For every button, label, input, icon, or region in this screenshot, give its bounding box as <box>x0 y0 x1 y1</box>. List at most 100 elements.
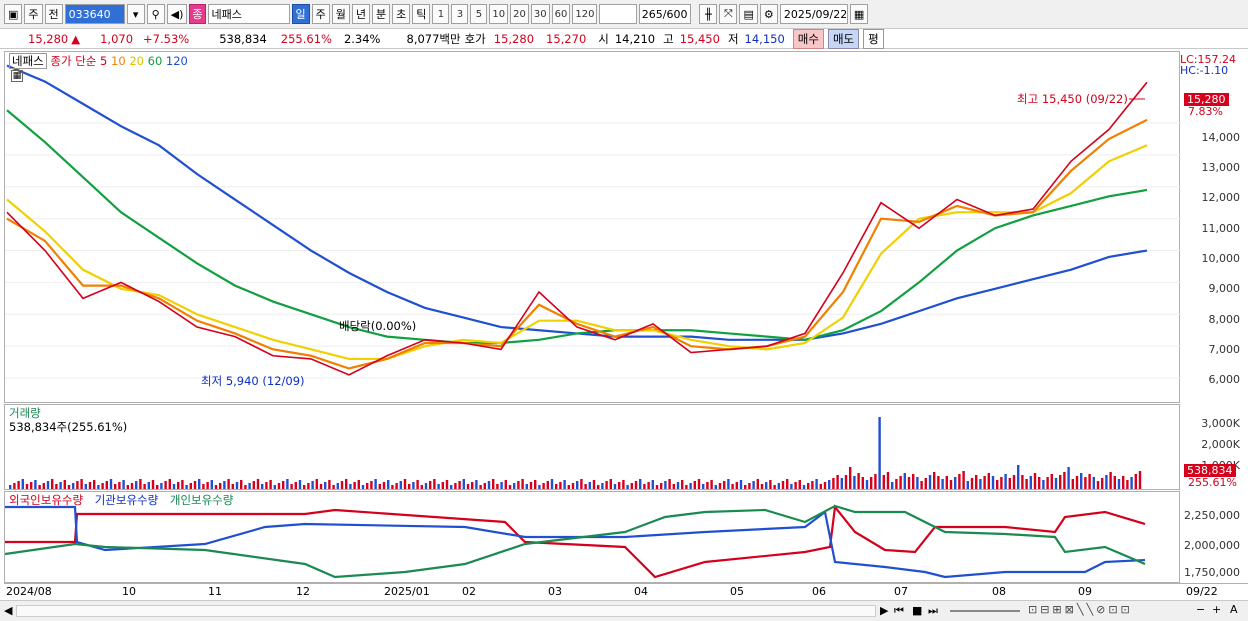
zoom-out-icon[interactable]: − <box>1196 603 1205 616</box>
price-tick: 9,000 <box>1208 282 1241 295</box>
ma60-line <box>6 109 1148 345</box>
speaker-icon[interactable]: ◀) <box>166 4 188 24</box>
sell-button[interactable]: 매도 <box>827 28 860 49</box>
period-month[interactable]: 월 <box>331 4 350 24</box>
volume-bar <box>882 475 885 489</box>
code-dropdown-icon[interactable]: ▾ <box>126 4 145 24</box>
dividend-annotation: 배당락(0.00%) <box>339 319 417 333</box>
auto-icon[interactable]: A <box>1230 603 1238 616</box>
volume-bar <box>458 481 461 489</box>
volume-bar <box>479 485 482 489</box>
volume-bar <box>311 481 314 489</box>
prev-button[interactable]: 전 <box>44 4 63 24</box>
current-price: 15,280 <box>28 31 69 46</box>
period-week[interactable]: 주 <box>311 4 330 24</box>
candle-icon[interactable]: ╫ <box>699 4 718 24</box>
scroll-track[interactable] <box>16 605 876 617</box>
volume-chart <box>9 417 1142 489</box>
volume-bar <box>798 480 801 489</box>
volume-bar <box>277 483 281 489</box>
drawing-tools-icon[interactable]: ⊡⊟⊞⊠╲╲⊘⊡⊡ <box>1028 603 1133 616</box>
first-icon[interactable]: ⏮ <box>894 604 904 618</box>
volume-bar <box>933 472 936 489</box>
volume-bar <box>710 480 713 489</box>
stock-code-input[interactable]: 033640 <box>64 4 125 24</box>
chart-scrollbar[interactable]: ◀ ▶ ⏮ ■ ⏭ ⊡⊟⊞⊠╲╲⊘⊡⊡ − + A <box>0 600 1248 621</box>
chart-type-icon[interactable]: ▣ <box>4 4 23 24</box>
volume-bar <box>550 479 554 489</box>
volume-bar <box>1050 474 1053 489</box>
volume-bar <box>483 483 486 489</box>
volume-bar <box>802 485 806 489</box>
zoom-in-icon[interactable]: + <box>1212 603 1221 616</box>
stock-type-select[interactable]: 주 <box>24 4 43 24</box>
volume-bar <box>601 483 604 489</box>
interval-30[interactable]: 30 <box>530 4 550 24</box>
scroll-right-icon[interactable]: ▶ <box>880 604 888 617</box>
volume-panel[interactable]: 거래량 538,834주(255.61%) <box>4 404 1180 490</box>
interval-1[interactable]: 1 <box>432 4 450 24</box>
volume-bar <box>945 476 948 489</box>
custom-interval-input[interactable] <box>599 4 638 24</box>
scroll-left-icon[interactable]: ◀ <box>4 604 12 617</box>
volume-bar <box>340 481 344 489</box>
volume-bar <box>592 480 596 489</box>
stop-icon[interactable]: ■ <box>912 604 922 617</box>
period-tick[interactable]: 틱 <box>412 4 431 24</box>
turnover-percent: 2.34% <box>343 31 381 46</box>
period-second[interactable]: 초 <box>392 4 411 24</box>
interval-60[interactable]: 60 <box>551 4 571 24</box>
zoom-slider[interactable] <box>950 610 1020 612</box>
date-input[interactable]: 2025/09/22 <box>779 4 848 24</box>
volume-bar <box>240 480 243 489</box>
volume-bar <box>328 480 331 489</box>
volume-bar <box>1138 471 1142 489</box>
volume-bar <box>1033 473 1037 489</box>
stock-name-field[interactable]: 네패스 <box>207 4 290 24</box>
volume-bar <box>450 485 453 489</box>
holdings-panel[interactable]: 외국인보유수량 기관보유수량 개인보유수량 <box>4 491 1180 583</box>
volume-bar <box>819 484 822 489</box>
volume-bar <box>496 484 499 489</box>
volume-bar <box>357 480 360 489</box>
volume-bar <box>298 480 302 489</box>
interval-3[interactable]: 3 <box>451 4 469 24</box>
buy-button[interactable]: 매수 <box>792 28 824 49</box>
volume-bar <box>731 484 734 489</box>
interval-10[interactable]: 10 <box>489 4 509 24</box>
price-chart <box>5 64 1181 379</box>
volume-bar <box>500 482 503 489</box>
volume-bar <box>324 482 327 489</box>
holdings-tick: 2,250,000 <box>1184 509 1240 522</box>
volume-bar <box>1029 476 1032 489</box>
volume-bar <box>114 484 117 489</box>
volume-bar <box>1012 475 1016 489</box>
volume-bar <box>30 482 33 489</box>
volume-bar <box>235 482 239 489</box>
period-minute[interactable]: 분 <box>372 4 391 24</box>
eval-button[interactable]: 평 <box>863 28 884 49</box>
grid-icon[interactable]: ▦ <box>11 70 23 82</box>
price-tick: 13,000 <box>1201 161 1241 174</box>
price-chart-panel[interactable]: 네패스 종가 단순 5 10 20 60 120 ▦ 최고 15,450 (09… <box>4 51 1181 403</box>
interval-20[interactable]: 20 <box>510 4 529 24</box>
volume-bar <box>466 484 470 489</box>
count-input[interactable]: 265/600 <box>639 4 692 24</box>
volume-bar <box>723 481 726 489</box>
search-icon[interactable]: ⚲ <box>146 4 165 24</box>
period-year[interactable]: 년 <box>351 4 371 24</box>
last-icon[interactable]: ⏭ <box>928 604 938 618</box>
period-day[interactable]: 일 <box>291 4 310 24</box>
interval-5[interactable]: 5 <box>470 4 488 24</box>
save-icon[interactable]: ▤ <box>739 4 758 24</box>
gear-icon[interactable]: ⚙ <box>759 4 778 24</box>
crosshair-icon[interactable]: ⤧ <box>719 4 738 24</box>
volume-bar <box>899 476 902 489</box>
price-tick: 14,000 <box>1201 131 1241 144</box>
volume-bar <box>765 482 768 489</box>
price-tick: 7,000 <box>1208 343 1241 356</box>
volume-bar <box>571 483 575 489</box>
volume-percent: 255.61% <box>280 31 332 46</box>
interval-120[interactable]: 120 <box>572 4 598 24</box>
calendar-icon[interactable]: ▦ <box>849 4 869 24</box>
